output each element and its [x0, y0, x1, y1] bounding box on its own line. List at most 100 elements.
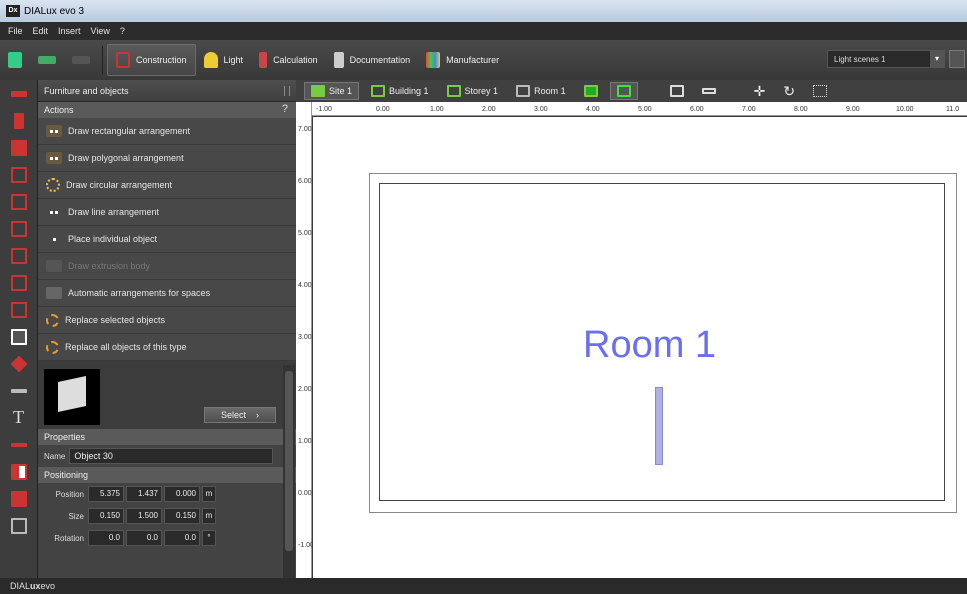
view-3d-button[interactable]: [578, 82, 604, 100]
replace-all-icon: [46, 340, 59, 354]
drawing-canvas[interactable]: Room 1: [313, 117, 967, 578]
tab-site[interactable]: Site 1: [304, 82, 360, 100]
documentation-icon: [333, 52, 344, 68]
brand-bold: ux: [30, 581, 41, 591]
position-y-field[interactable]: 1.437: [126, 486, 162, 502]
tool-ceiling[interactable]: [0, 269, 37, 296]
light-scene-select[interactable]: Light scenes 1 ▾: [827, 50, 945, 68]
polygonal-arrangement-icon: [46, 152, 62, 164]
scene-settings-button[interactable]: [949, 50, 965, 68]
cube-icon: [58, 376, 86, 412]
action-label: Draw circular arrangement: [66, 180, 173, 190]
select-area-button[interactable]: [807, 82, 833, 100]
grip-icon[interactable]: [284, 86, 290, 96]
tool-building[interactable]: [0, 107, 37, 134]
tab-manufacturer-label: Manufacturer: [446, 55, 500, 65]
tool-grid[interactable]: [0, 458, 37, 485]
status-bar: DIALuxevo: [0, 578, 967, 594]
position-unit: m: [202, 486, 216, 502]
tool-storey[interactable]: [0, 134, 37, 161]
tab-calculation[interactable]: Calculation: [251, 44, 326, 76]
redo-button[interactable]: [64, 44, 98, 76]
size-x-field[interactable]: 0.150: [88, 508, 124, 524]
rotate-button[interactable]: ↻: [777, 82, 801, 100]
v-tick: 6.00: [298, 178, 312, 185]
tool-measure[interactable]: [0, 377, 37, 404]
tab-room-label: Room 1: [534, 86, 566, 96]
tool-roof[interactable]: [0, 242, 37, 269]
positioning-title: Positioning: [44, 470, 89, 480]
tab-light[interactable]: Light: [196, 44, 252, 76]
tool-materials[interactable]: [0, 350, 37, 377]
save-button[interactable]: [0, 44, 30, 76]
menu-help[interactable]: ?: [120, 26, 125, 36]
select-label: Select: [220, 410, 246, 420]
h-tick: 8.00: [794, 106, 808, 113]
v-tick: 0.00: [298, 490, 312, 497]
tab-room[interactable]: Room 1: [510, 82, 572, 100]
action-draw-line[interactable]: Draw line arrangement: [38, 199, 296, 226]
select-button[interactable]: Select ›: [204, 407, 276, 423]
h-tick: -1.00: [316, 106, 332, 113]
action-replace-all[interactable]: Replace all objects of this type: [38, 334, 296, 361]
chevron-down-icon: ▾: [930, 51, 944, 67]
tool-room[interactable]: [0, 161, 37, 188]
measure-button[interactable]: [696, 82, 722, 100]
action-draw-polygonal[interactable]: Draw polygonal arrangement: [38, 145, 296, 172]
menu-view[interactable]: View: [91, 26, 110, 36]
save-icon: [8, 52, 22, 68]
selected-object[interactable]: [655, 387, 663, 465]
rotation-y-field[interactable]: 0.0: [126, 530, 162, 546]
position-z-field[interactable]: 0.000: [164, 486, 200, 502]
size-z-field[interactable]: 0.150: [164, 508, 200, 524]
tab-building[interactable]: Building 1: [365, 82, 435, 100]
tab-site-label: Site 1: [329, 86, 353, 96]
help-icon[interactable]: ?: [282, 103, 288, 115]
tool-cube[interactable]: [0, 296, 37, 323]
pan-button[interactable]: ✛: [748, 82, 772, 100]
tab-construction[interactable]: Construction: [107, 44, 196, 76]
action-place-individual[interactable]: Place individual object: [38, 226, 296, 253]
redo-icon: [72, 56, 90, 64]
tool-site[interactable]: [0, 80, 37, 107]
undo-button[interactable]: [30, 44, 64, 76]
tool-stairs[interactable]: [0, 512, 37, 539]
rotation-row: Rotation 0.0 0.0 0.0 °: [38, 527, 296, 549]
h-tick: 1.00: [430, 106, 444, 113]
zoom-fit-button[interactable]: [664, 82, 690, 100]
v-tick: 5.00: [298, 230, 312, 237]
tool-wall[interactable]: [0, 215, 37, 242]
tab-documentation[interactable]: Documentation: [326, 44, 419, 76]
name-row: Name Object 30: [38, 445, 296, 467]
action-draw-circular[interactable]: Draw circular arrangement: [38, 172, 296, 199]
menu-edit[interactable]: Edit: [33, 26, 49, 36]
tab-calculation-label: Calculation: [273, 55, 318, 65]
action-label: Place individual object: [68, 234, 158, 244]
action-replace-selected[interactable]: Replace selected objects: [38, 307, 296, 334]
menu-insert[interactable]: Insert: [58, 26, 81, 36]
action-automatic-arrangements[interactable]: Automatic arrangements for spaces: [38, 280, 296, 307]
tool-l-room[interactable]: [0, 188, 37, 215]
toolbar-divider: [102, 46, 103, 74]
position-x-field[interactable]: 5.375: [88, 486, 124, 502]
size-y-field[interactable]: 1.500: [126, 508, 162, 524]
tool-furniture[interactable]: [0, 323, 37, 350]
name-field[interactable]: Object 30: [69, 448, 274, 464]
rotation-x-field[interactable]: 0.0: [88, 530, 124, 546]
tool-image[interactable]: [0, 485, 37, 512]
horizontal-ruler: -1.00 0.00 1.00 2.00 3.00 4.00 5.00 6.00…: [312, 102, 967, 116]
view-2d-button[interactable]: [609, 82, 638, 100]
panel-scrollbar[interactable]: [283, 365, 295, 578]
scrollbar-thumb[interactable]: [285, 371, 293, 551]
tab-manufacturer[interactable]: Manufacturer: [418, 44, 507, 76]
tool-text[interactable]: T: [0, 404, 37, 431]
tool-draw[interactable]: [0, 431, 37, 458]
tab-storey[interactable]: Storey 1: [441, 82, 505, 100]
action-draw-rectangular[interactable]: Draw rectangular arrangement: [38, 118, 296, 145]
storey-icon: [446, 85, 461, 97]
action-label: Draw polygonal arrangement: [68, 153, 184, 163]
rotation-z-field[interactable]: 0.0: [164, 530, 200, 546]
building-icon: [371, 85, 386, 97]
rotation-label: Rotation: [54, 533, 84, 543]
menu-file[interactable]: File: [8, 26, 23, 36]
